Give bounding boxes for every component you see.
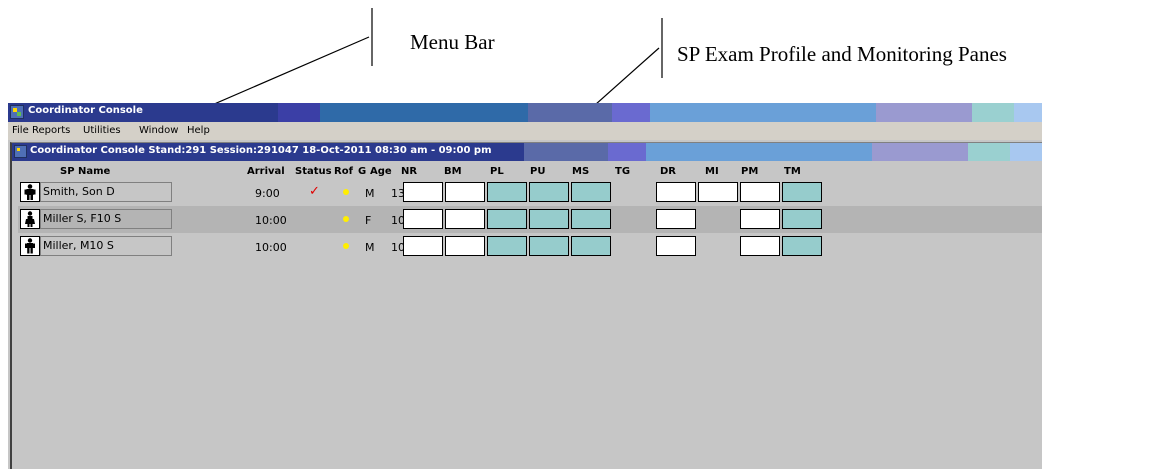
header-ms[interactable]: MS: [572, 166, 589, 177]
header-gender[interactable]: G: [358, 166, 366, 177]
header-pl[interactable]: PL: [490, 166, 504, 177]
header-mi[interactable]: MI: [705, 166, 719, 177]
pane-pm[interactable]: [740, 209, 780, 229]
pane-ms[interactable]: [571, 209, 611, 229]
menu-bar: File Reports Utilities Window Help: [8, 122, 1042, 140]
pane-nr[interactable]: [403, 209, 443, 229]
sp-name[interactable]: Miller, M10 S: [40, 236, 172, 256]
rof-indicator: [343, 243, 349, 249]
menu-bar-annotation: Menu Bar: [410, 30, 495, 54]
panes-annotation: SP Exam Profile and Monitoring Panes: [677, 42, 1007, 66]
pane-tm[interactable]: [782, 236, 822, 256]
pane-nr[interactable]: [403, 182, 443, 202]
app-icon: [10, 105, 24, 119]
person-female-icon[interactable]: [20, 209, 40, 229]
header-pu[interactable]: PU: [530, 166, 545, 177]
table-row[interactable]: Miller S, F10 S 10:00 F 10: [18, 206, 1042, 233]
status-check-icon: ✓: [309, 184, 320, 199]
menu-reports[interactable]: Reports: [32, 125, 70, 136]
person-male-icon[interactable]: [20, 182, 40, 202]
header-pm[interactable]: PM: [741, 166, 758, 177]
menu-help[interactable]: Help: [187, 125, 210, 136]
header-arrival[interactable]: Arrival: [247, 166, 285, 177]
pane-pl[interactable]: [487, 182, 527, 202]
rof-indicator: [343, 216, 349, 222]
pane-mi[interactable]: [698, 182, 738, 202]
pane-tm[interactable]: [782, 182, 822, 202]
table-row[interactable]: Miller, M10 S 10:00 M 10: [18, 233, 1042, 260]
header-dr[interactable]: DR: [660, 166, 676, 177]
sp-name[interactable]: Smith, Son D: [40, 182, 172, 202]
pane-tm[interactable]: [782, 209, 822, 229]
child-window-title: Coordinator Console Stand:291 Session:29…: [30, 145, 492, 156]
child-window: Coordinator Console Stand:291 Session:29…: [10, 142, 1042, 469]
pane-pu[interactable]: [529, 182, 569, 202]
pane-pl[interactable]: [487, 209, 527, 229]
sp-name[interactable]: Miller S, F10 S: [40, 209, 172, 229]
person-male-icon[interactable]: [20, 236, 40, 256]
child-app-icon: [14, 145, 27, 158]
arrival-time: 10:00: [255, 241, 287, 254]
header-age[interactable]: Age: [370, 166, 392, 177]
pane-nr[interactable]: [403, 236, 443, 256]
arrival-time: 10:00: [255, 214, 287, 227]
coordinator-console-window: Coordinator Console File Reports Utiliti…: [8, 103, 1042, 469]
gender: M: [365, 241, 375, 254]
pane-ms[interactable]: [571, 236, 611, 256]
pane-bm[interactable]: [445, 182, 485, 202]
pane-bm[interactable]: [445, 209, 485, 229]
header-tm[interactable]: TM: [784, 166, 801, 177]
gender: F: [365, 214, 372, 227]
header-rof[interactable]: Rof: [334, 166, 353, 177]
pane-pm[interactable]: [740, 182, 780, 202]
window-title: Coordinator Console: [28, 105, 143, 116]
menu-window[interactable]: Window: [139, 125, 178, 136]
header-status[interactable]: Status: [295, 166, 332, 177]
arrival-time: 9:00: [255, 187, 280, 200]
pane-ms[interactable]: [571, 182, 611, 202]
header-sp-name[interactable]: SP Name: [60, 166, 110, 177]
header-tg[interactable]: TG: [615, 166, 630, 177]
menu-utilities[interactable]: Utilities: [83, 125, 121, 136]
gender: M: [365, 187, 375, 200]
child-title-bar: Coordinator Console Stand:291 Session:29…: [12, 143, 1042, 161]
header-nr[interactable]: NR: [401, 166, 417, 177]
pane-pl[interactable]: [487, 236, 527, 256]
title-bar: Coordinator Console: [8, 103, 1042, 122]
pane-pu[interactable]: [529, 209, 569, 229]
pane-bm[interactable]: [445, 236, 485, 256]
table-row[interactable]: Smith, Son D 9:00 ✓ M 13: [18, 179, 1042, 206]
pane-pm[interactable]: [740, 236, 780, 256]
pane-dr[interactable]: [656, 182, 696, 202]
header-bm[interactable]: BM: [444, 166, 462, 177]
pane-dr[interactable]: [656, 209, 696, 229]
menu-file[interactable]: File: [12, 125, 29, 136]
rof-indicator: [343, 189, 349, 195]
pane-pu[interactable]: [529, 236, 569, 256]
pane-dr[interactable]: [656, 236, 696, 256]
